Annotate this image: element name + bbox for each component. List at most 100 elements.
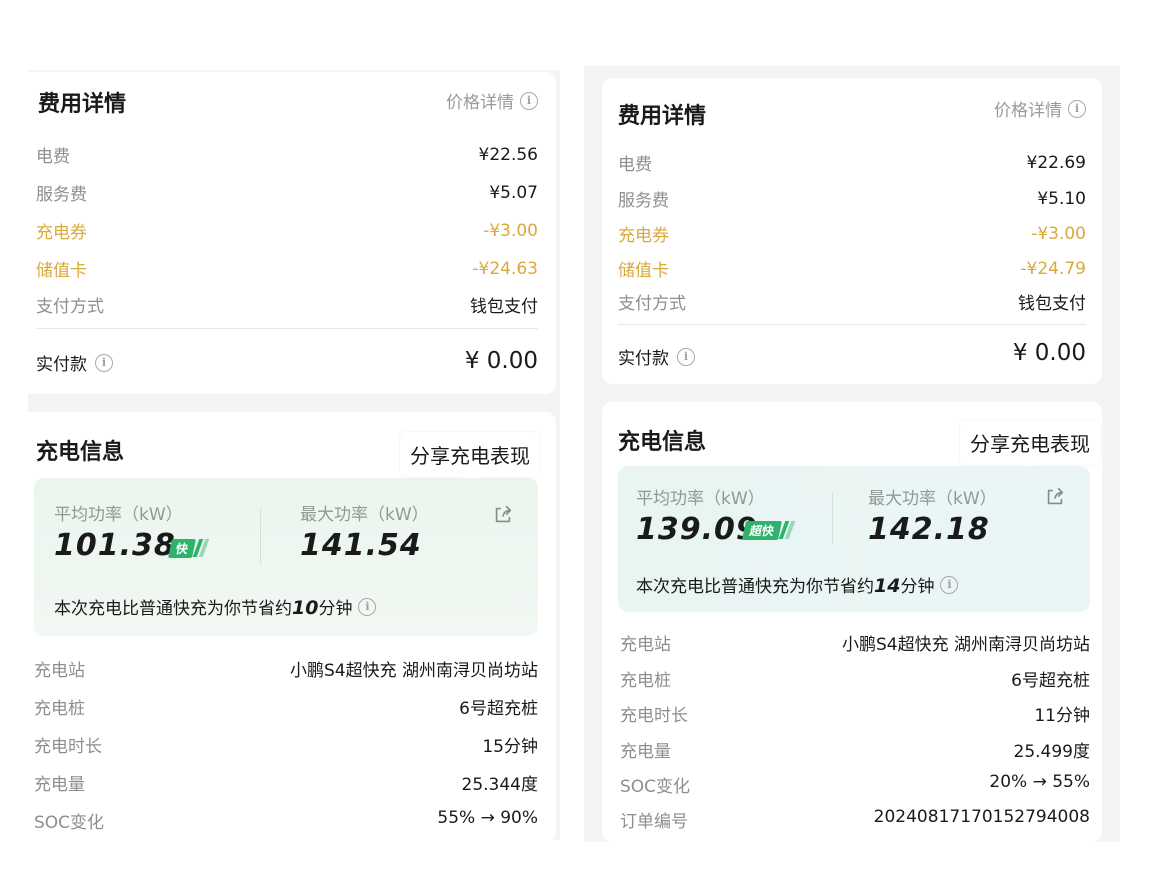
charge-row-label: 充电时长 xyxy=(34,737,102,757)
fee-row-label: 充电券 xyxy=(618,226,669,246)
fee-row-label: 储值卡 xyxy=(36,261,87,281)
note-suffix: 分钟 xyxy=(900,577,935,597)
charge-row-order-number: 订单编号 20240817170152794008 xyxy=(620,807,1090,832)
charge-row-energy: 充电量 25.499度 xyxy=(620,737,1090,762)
charge-row-label: 充电量 xyxy=(34,775,85,795)
fee-row-value: 钱包支付 xyxy=(470,297,538,317)
fee-row-stored-value-card: 储值卡 -¥24.63 xyxy=(36,256,538,282)
max-power-label: 最大功率（kW） xyxy=(868,489,997,509)
paid-amount-text: 实付款 xyxy=(618,349,669,369)
note-prefix: 本次充电比普通快充为你节省约 xyxy=(636,577,874,597)
fee-row-coupon: 充电券 -¥3.00 xyxy=(618,221,1086,247)
fee-details-card: 费用详情 价格详情 i 电费 ¥22.56 服务费 ¥5.07 充电券 -¥3.… xyxy=(18,72,556,394)
share-performance-tooltip[interactable]: 分享充电表现 xyxy=(400,432,540,484)
time-saved-note: 本次充电比普通快充为你节省约10分钟 i xyxy=(54,594,377,619)
fee-row-payment-method: 支付方式 钱包支付 xyxy=(618,289,1086,314)
share-icon[interactable] xyxy=(492,504,514,526)
fee-details-card: 费用详情 价格详情 i 电费 ¥22.69 服务费 ¥5.10 充电券 -¥3.… xyxy=(602,78,1102,384)
power-summary-box: 平均功率（kW） 139.09 超快 最大功率（kW） 142.18 本次充电比… xyxy=(618,466,1090,612)
fee-row-label: 支付方式 xyxy=(618,294,686,314)
max-power-value: 141.54 xyxy=(300,528,422,563)
info-circle-icon[interactable]: i xyxy=(940,575,959,594)
paid-amount-text: 实付款 xyxy=(36,355,87,375)
note-number: 10 xyxy=(292,597,319,619)
avg-power-label: 平均功率（kW） xyxy=(636,489,765,509)
note-number: 14 xyxy=(874,575,901,597)
separator xyxy=(260,508,261,564)
fee-row-value: 钱包支付 xyxy=(1018,294,1086,314)
paid-amount-value: ¥ 0.00 xyxy=(1012,340,1086,366)
fee-row-value: -¥3.00 xyxy=(1031,223,1086,244)
fee-row-label: 储值卡 xyxy=(618,261,669,281)
charge-row-value: 25.499度 xyxy=(1013,742,1090,762)
charge-row-label: 充电桩 xyxy=(34,699,85,719)
fee-row-coupon: 充电券 -¥3.00 xyxy=(36,218,538,244)
fee-row-service: 服务费 ¥5.10 xyxy=(618,186,1086,212)
charge-row-pile: 充电桩 6号超充桩 xyxy=(34,694,538,719)
info-circle-icon[interactable]: i xyxy=(358,597,377,616)
charge-row-station: 充电站 小鹏S4超快充 湖州南浔贝尚坊站 xyxy=(620,630,1090,655)
fee-details-title: 费用详情 xyxy=(38,92,127,117)
info-circle-icon[interactable]: i xyxy=(677,347,695,366)
price-details-link[interactable]: 价格详情 i xyxy=(994,96,1086,121)
charge-row-value: 小鹏S4超快充 湖州南浔贝尚坊站 xyxy=(841,635,1090,655)
avg-power-value: 101.38 xyxy=(54,528,176,563)
charge-row-label: 充电桩 xyxy=(620,671,671,691)
fee-row-label: 服务费 xyxy=(36,185,87,205)
fee-row-electricity: 电费 ¥22.56 xyxy=(36,142,538,168)
fee-row-label: 支付方式 xyxy=(36,297,104,317)
charge-row-label: SOC变化 xyxy=(34,813,105,833)
charge-row-value: 小鹏S4超快充 湖州南浔贝尚坊站 xyxy=(289,661,538,681)
fee-row-value: ¥22.56 xyxy=(478,144,538,165)
charge-row-duration: 充电时长 15分钟 xyxy=(34,732,538,757)
charge-row-station: 充电站 小鹏S4超快充 湖州南浔贝尚坊站 xyxy=(34,656,538,681)
avg-power-label: 平均功率（kW） xyxy=(54,505,183,525)
charge-row-value: 20240817170152794008 xyxy=(873,807,1090,827)
charging-info-title: 充电信息 xyxy=(36,440,125,465)
price-details-label: 价格详情 xyxy=(446,93,514,113)
fee-row-value: ¥5.07 xyxy=(489,182,538,203)
paid-amount-label: 实付款 i xyxy=(618,344,695,369)
charge-row-energy: 充电量 25.344度 xyxy=(34,770,538,795)
separator xyxy=(832,492,833,544)
charge-row-pile: 充电桩 6号超充桩 xyxy=(620,666,1090,691)
max-power-label: 最大功率（kW） xyxy=(300,505,429,525)
charging-info-title: 充电信息 xyxy=(618,430,707,455)
charge-row-value: 6号超充桩 xyxy=(459,699,538,719)
left-screenshot: 费用详情 价格详情 i 电费 ¥22.56 服务费 ¥5.07 充电券 -¥3.… xyxy=(0,0,560,884)
charge-row-duration: 充电时长 11分钟 xyxy=(620,701,1090,726)
note-prefix: 本次充电比普通快充为你节省约 xyxy=(54,599,292,619)
fee-row-label: 服务费 xyxy=(618,191,669,211)
charge-row-value: 55% → 90% xyxy=(437,808,538,828)
charge-row-soc: SOC变化 55% → 90% xyxy=(34,808,538,833)
charge-row-value: 11分钟 xyxy=(1034,706,1090,726)
fast-badge-label: 超快 xyxy=(741,520,783,540)
fee-row-payment-method: 支付方式 钱包支付 xyxy=(36,292,538,317)
info-circle-icon: i xyxy=(1068,99,1086,118)
fast-badge-label: 快 xyxy=(167,538,197,558)
price-details-label: 价格详情 xyxy=(994,101,1062,121)
fee-details-title: 费用详情 xyxy=(618,104,707,129)
info-circle-icon[interactable]: i xyxy=(95,353,113,372)
charge-row-label: 充电量 xyxy=(620,742,671,762)
fee-row-value: ¥22.69 xyxy=(1026,152,1086,173)
charge-row-value: 15分钟 xyxy=(482,737,538,757)
charge-row-label: 订单编号 xyxy=(620,812,688,832)
max-power-value: 142.18 xyxy=(868,512,990,547)
fee-row-value: ¥5.10 xyxy=(1037,188,1086,209)
charge-row-value: 25.344度 xyxy=(461,775,538,795)
paid-amount-value: ¥ 0.00 xyxy=(464,348,538,374)
fee-row-service: 服务费 ¥5.07 xyxy=(36,180,538,206)
avg-power-value: 139.09 xyxy=(636,512,758,547)
divider xyxy=(36,328,538,329)
share-performance-tooltip[interactable]: 分享充电表现 xyxy=(960,420,1100,472)
note-suffix: 分钟 xyxy=(318,599,353,619)
fee-row-label: 电费 xyxy=(36,147,70,167)
charge-row-value: 20% → 55% xyxy=(989,772,1090,792)
fee-row-value: -¥24.63 xyxy=(472,258,538,279)
charge-row-label: 充电站 xyxy=(620,635,671,655)
share-icon[interactable] xyxy=(1044,486,1066,508)
paid-amount-label: 实付款 i xyxy=(36,350,113,375)
right-screenshot: 费用详情 价格详情 i 电费 ¥22.69 服务费 ¥5.10 充电券 -¥3.… xyxy=(580,0,1150,884)
price-details-link[interactable]: 价格详情 i xyxy=(446,88,538,113)
